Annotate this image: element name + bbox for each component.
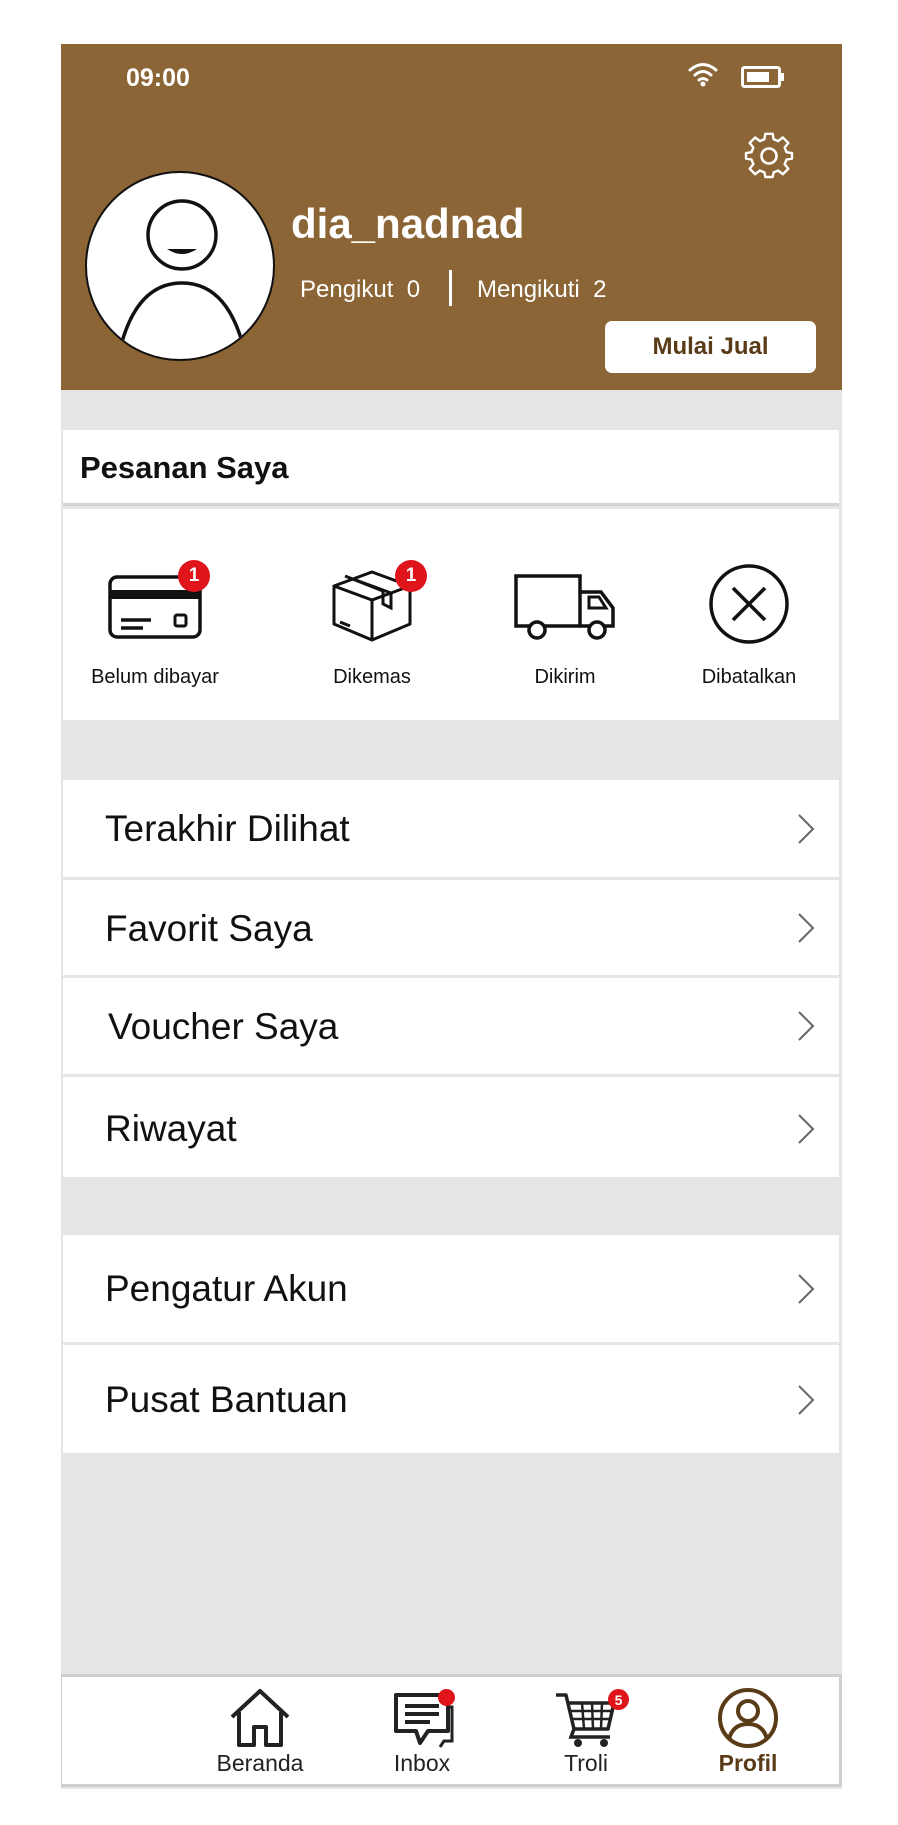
battery-icon xyxy=(741,66,784,88)
nav-profile[interactable]: Profil xyxy=(678,1677,818,1789)
order-status-shipped[interactable]: Dikirim xyxy=(470,509,660,720)
nav-label: Troli xyxy=(564,1750,608,1776)
profile-header: 09:00 dia_nadnad Pengikut 0 Mengikuti 2 … xyxy=(61,44,842,390)
menu-label: Favorit Saya xyxy=(105,908,313,949)
menu-account-settings[interactable]: Pengatur Akun xyxy=(63,1235,839,1342)
start-selling-button[interactable]: Mulai Jual xyxy=(605,321,816,373)
order-status-label: Dikemas xyxy=(333,666,411,688)
avatar-person-icon xyxy=(116,199,248,359)
my-orders-header[interactable]: Pesanan Saya xyxy=(63,430,839,506)
chevron-right-icon xyxy=(798,814,815,844)
order-status-label: Dikirim xyxy=(534,666,596,688)
chevron-right-icon xyxy=(798,1274,815,1304)
chevron-right-icon xyxy=(798,1011,815,1041)
home-icon xyxy=(230,1689,290,1747)
menu-my-vouchers[interactable]: Voucher Saya xyxy=(63,978,839,1074)
followers-label: Pengikut xyxy=(300,276,394,303)
menu-recently-viewed[interactable]: Terakhir Dilihat xyxy=(63,780,839,877)
nav-home[interactable]: Beranda xyxy=(190,1677,330,1789)
my-orders-title: Pesanan Saya xyxy=(80,450,289,485)
nav-cart[interactable]: 5 Troli xyxy=(516,1677,656,1789)
nav-label: Inbox xyxy=(393,1750,451,1776)
menu-label: Voucher Saya xyxy=(108,1006,339,1047)
following-count: 2 xyxy=(593,276,607,303)
followers-stat[interactable]: Pengikut 0 xyxy=(300,276,420,304)
menu-help-center[interactable]: Pusat Bantuan xyxy=(63,1345,839,1453)
order-status-label: Belum dibayar xyxy=(91,666,219,688)
truck-icon xyxy=(514,574,615,640)
username: dia_nadnad xyxy=(291,200,525,247)
wifi-icon xyxy=(688,63,718,87)
order-status-panel: 1 Belum dibayar 1 Dikemas Dikirim Dibata… xyxy=(63,509,839,720)
following-stat[interactable]: Mengikuti 2 xyxy=(477,276,606,304)
inbox-notification-dot xyxy=(438,1689,455,1706)
bottom-navigation: Beranda Inbox 5 Troli Profil xyxy=(61,1674,842,1787)
packed-badge: 1 xyxy=(395,560,427,592)
nav-inbox[interactable]: Inbox xyxy=(352,1677,492,1789)
order-status-unpaid[interactable]: 1 Belum dibayar xyxy=(61,509,250,720)
chevron-right-icon xyxy=(798,1385,815,1415)
cancel-circle-icon xyxy=(709,564,789,644)
chevron-right-icon xyxy=(798,1114,815,1144)
menu-history[interactable]: Riwayat xyxy=(63,1077,839,1177)
nav-label: Beranda xyxy=(216,1750,304,1776)
order-status-label: Dibatalkan xyxy=(701,666,797,688)
settings-gear-icon[interactable] xyxy=(744,132,794,182)
nav-label: Profil xyxy=(718,1750,778,1776)
menu-my-favorites[interactable]: Favorit Saya xyxy=(63,880,839,975)
menu-label: Riwayat xyxy=(105,1108,237,1149)
follow-divider xyxy=(449,270,452,306)
cart-badge: 5 xyxy=(608,1689,629,1710)
following-label: Mengikuti xyxy=(477,276,580,303)
followers-count: 0 xyxy=(406,276,421,303)
phone-screen: 09:00 dia_nadnad Pengikut 0 Mengikuti 2 … xyxy=(61,44,842,1789)
profile-icon xyxy=(718,1688,778,1748)
menu-label: Pengatur Akun xyxy=(105,1268,348,1309)
menu-label: Terakhir Dilihat xyxy=(105,808,350,849)
avatar[interactable] xyxy=(85,171,275,361)
order-status-packed[interactable]: 1 Dikemas xyxy=(277,509,467,720)
unpaid-badge: 1 xyxy=(178,560,210,592)
status-time: 09:00 xyxy=(126,64,190,92)
menu-label: Pusat Bantuan xyxy=(105,1379,348,1420)
chevron-right-icon xyxy=(798,913,815,943)
order-status-cancelled[interactable]: Dibatalkan xyxy=(654,509,842,720)
